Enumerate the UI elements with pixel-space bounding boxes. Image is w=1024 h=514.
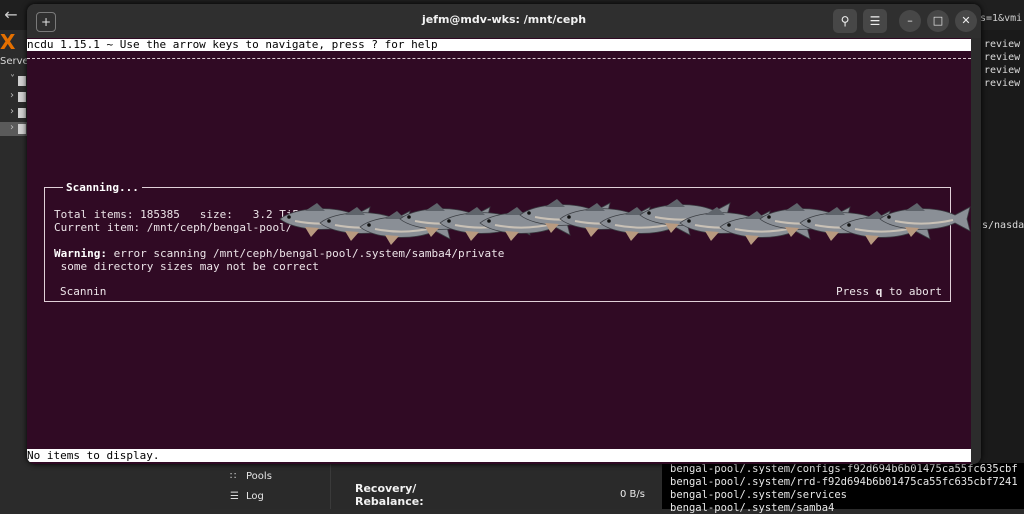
current-item-value: /mnt/ceph/bengal-pool/: [146, 221, 293, 234]
list-icon: ☰: [230, 491, 239, 502]
total-items-label: Total items:: [54, 208, 134, 221]
warning-label: Warning:: [54, 247, 107, 260]
total-items-value: 185385: [140, 208, 180, 221]
ceph-nav: ∷ Pools ☰ Log: [210, 463, 331, 509]
log-line: bengal-pool/.system/configs-f92d694b6b01…: [670, 463, 1018, 475]
background-terminal-log: bengal-pool/.system/configs-f92d694b6b01…: [662, 463, 1024, 514]
background-terminal-right: s=1&vmi review review review review s/na…: [978, 13, 1024, 509]
close-icon[interactable]: ✕: [955, 10, 977, 32]
log-line: bengal-pool/.system/services: [670, 489, 848, 501]
server-icon: [18, 108, 26, 118]
fish-overlay: [275, 185, 980, 255]
header-divider: [27, 58, 971, 59]
current-item-label: Current item:: [54, 221, 141, 234]
proxmox-logo-icon: X: [0, 30, 16, 54]
nav-item-label: Log: [246, 491, 264, 502]
nav-item-pools[interactable]: ∷ Pools: [230, 471, 272, 482]
tree-row[interactable]: ›: [0, 106, 28, 120]
fish-school-image: [279, 199, 971, 245]
chevron-right-icon: ›: [10, 106, 14, 117]
dialog-title: Scanning...: [63, 181, 142, 194]
warning-note-text: some directory sizes may not be correct: [60, 260, 319, 273]
ncdu-header: ncdu 1.15.1 ~ Use the arrow keys to navi…: [27, 39, 971, 51]
tree-row[interactable]: ˅: [0, 74, 28, 88]
url-fragment: s=1&vmi: [980, 13, 1023, 24]
recovery-rate: 0 B/s: [620, 489, 645, 500]
server-icon: [18, 76, 26, 86]
server-icon: [18, 124, 26, 134]
resource-tree: ˅ › › ›: [0, 72, 28, 472]
recovery-label: Recovery/ Rebalance:: [355, 482, 424, 508]
maximize-icon[interactable]: □: [927, 10, 949, 32]
tree-row[interactable]: ›: [0, 90, 28, 104]
nasda-fragment: s/nasda: [982, 220, 1024, 231]
abort-key: q: [875, 285, 883, 298]
pools-icon: ∷: [230, 471, 237, 482]
scanning-progress-text: Scannin: [60, 285, 107, 298]
minimize-icon[interactable]: –: [899, 10, 921, 32]
chevron-down-icon: ˅: [10, 74, 15, 85]
abort-prefix: Press: [836, 285, 870, 298]
size-label: size:: [199, 208, 233, 221]
abort-hint: Press q to abort: [836, 285, 942, 298]
total-items-line: Total items: 185385 size: 3.2 TiB: [54, 208, 299, 221]
nav-item-log[interactable]: ☰ Log: [230, 491, 264, 502]
nav-item-label: Pools: [246, 471, 272, 482]
log-line: bengal-pool/.system/rrd-f92d694b6b01475c…: [670, 476, 1018, 488]
review-line: review: [984, 65, 1021, 76]
warning-note: some directory sizes may not be correct: [54, 260, 319, 273]
back-arrow-icon[interactable]: ←: [2, 6, 20, 24]
abort-suffix: to abort: [889, 285, 942, 298]
review-line: review: [984, 78, 1021, 89]
chevron-right-icon: ›: [10, 122, 14, 133]
server-icon: [18, 92, 26, 102]
review-line: review: [984, 52, 1021, 63]
title-bar[interactable]: + jefm@mdv-wks: /mnt/ceph ⚲ ☰ – □ ✕: [27, 4, 981, 38]
chevron-right-icon: ›: [10, 90, 14, 101]
ncdu-footer: No items to display.: [27, 449, 971, 462]
current-item-line: Current item: /mnt/ceph/bengal-pool/: [54, 221, 292, 234]
ceph-status-panel: Recovery/ Rebalance: 0 B/s: [331, 463, 661, 509]
tree-row-selected[interactable]: ›: [0, 122, 28, 136]
review-line: review: [984, 39, 1021, 50]
log-line: bengal-pool/.system/samba4: [670, 502, 835, 514]
search-icon[interactable]: ⚲: [833, 9, 857, 33]
menu-icon[interactable]: ☰: [863, 9, 887, 33]
